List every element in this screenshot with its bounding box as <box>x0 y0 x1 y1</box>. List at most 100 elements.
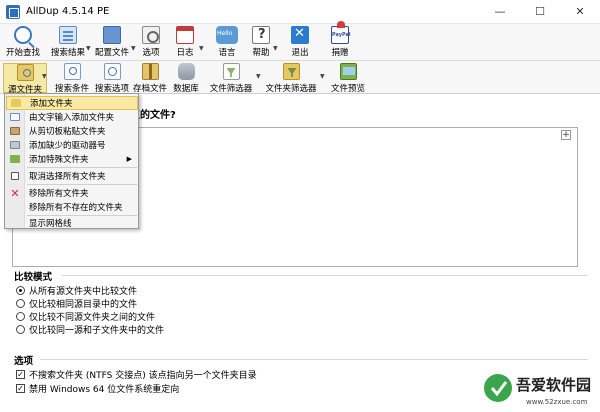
chevron-down-icon[interactable]: ▼ <box>320 73 325 80</box>
close-button[interactable]: ✕ <box>560 0 600 24</box>
file-preview-button[interactable]: 文件预览 <box>330 63 366 94</box>
menu-separator <box>27 184 137 185</box>
folder-filter-icon <box>282 63 300 80</box>
chevron-down-icon[interactable]: ▼ <box>273 45 278 52</box>
archive-files-button[interactable]: 存档文件 <box>132 63 168 94</box>
database-label: 数据库 <box>173 84 199 94</box>
source-folder-menu: 添加文件夹 由文字输入添加文件夹 从剪切板粘贴文件夹 添加缺少的驱动器号 添加特… <box>4 93 139 229</box>
source-folder-button[interactable]: 源文件夹 <box>3 63 47 95</box>
menu-item-label: 添加特殊文件夹 <box>29 155 89 165</box>
search-icon <box>14 26 32 44</box>
source-folder-icon <box>16 64 34 81</box>
compare-mode-option[interactable]: 仅比较相同源目录中的文件 <box>16 297 137 310</box>
language-icon <box>216 26 238 44</box>
menu-item-label: 添加文件夹 <box>30 99 73 109</box>
secondary-toolbar: 源文件夹 ▼ 搜索条件 搜索选项 存档文件 数据库 文件筛选器 ▼ 文件夹筛选器… <box>0 61 600 95</box>
menu-item-label: 由文字输入添加文件夹 <box>29 113 115 123</box>
watermark-url: www.52zxue.com <box>526 398 588 406</box>
paypal-heart-icon <box>331 21 351 44</box>
options-checkbox-row[interactable]: ✓ 禁用 Windows 64 位文件系统重定向 <box>16 382 180 395</box>
compare-mode-title: 比较模式 <box>14 272 53 283</box>
menu-item-deselect-all[interactable]: 取消选择所有文件夹 <box>6 169 138 183</box>
menu-item-add-missing-drives[interactable]: 添加缺少的驱动器号 <box>6 138 138 152</box>
archive-icon <box>141 63 159 80</box>
database-button[interactable]: 数据库 <box>171 63 201 94</box>
config-file-button[interactable]: 配置文件 <box>92 26 132 59</box>
compare-mode-option-label: 从所有源文件夹中比较文件 <box>29 286 138 297</box>
search-results-label: 搜索结果 <box>50 48 85 58</box>
blank-icon <box>6 216 24 230</box>
chevron-down-icon[interactable]: ▼ <box>256 73 261 80</box>
compare-mode-option-label: 仅比较同一源和子文件夹中的文件 <box>29 325 165 336</box>
search-options-button[interactable]: 搜索选项 <box>92 63 132 94</box>
chevron-down-icon[interactable]: ▼ <box>199 45 204 52</box>
log-button[interactable]: 日志 <box>172 26 198 59</box>
window-title: AllDup 4.5.14 PE <box>26 6 110 17</box>
search-conditions-icon <box>63 63 81 80</box>
start-search-button[interactable]: 开始查找 <box>3 26 43 59</box>
menu-item-add-special-folder[interactable]: 添加特殊文件夹 ▶ <box>6 152 138 166</box>
title-bar: AllDup 4.5.14 PE — ☐ ✕ <box>0 0 600 24</box>
compare-mode-option-label: 仅比较不同源文件夹之间的文件 <box>29 312 156 323</box>
results-icon <box>59 26 77 44</box>
app-icon <box>6 5 20 19</box>
special-folder-icon <box>6 152 24 166</box>
options-checkbox-row[interactable]: ✓ 不搜索文件夹 (NTFS 交接点) 该点指向另一个文件夹目录 <box>16 368 257 381</box>
search-results-button[interactable]: 搜索结果 <box>48 26 88 59</box>
menu-item-show-gridlines[interactable]: 显示网格线 <box>6 216 138 230</box>
exit-button[interactable]: 退出 <box>287 26 313 59</box>
checkbox-checked-icon[interactable]: ✓ <box>16 383 25 393</box>
menu-item-paste-folder[interactable]: 从剪切板粘贴文件夹 <box>6 124 138 138</box>
log-label: 日志 <box>176 48 194 58</box>
file-filter-button[interactable]: 文件筛选器 <box>208 63 254 94</box>
file-preview-icon <box>339 63 357 80</box>
checkbox-checked-icon[interactable]: ✓ <box>16 369 25 379</box>
options-icon <box>142 26 160 44</box>
chevron-down-icon[interactable]: ▼ <box>86 45 91 52</box>
radio-button[interactable] <box>16 285 25 295</box>
option-label: 不搜索文件夹 (NTFS 交接点) 该点指向另一个文件夹目录 <box>29 370 257 381</box>
file-filter-label: 文件筛选器 <box>209 84 253 94</box>
file-preview-label: 文件预览 <box>330 84 365 94</box>
config-file-label: 配置文件 <box>94 48 129 58</box>
help-icon <box>252 26 270 44</box>
options-button[interactable]: 选项 <box>138 26 164 59</box>
search-conditions-button[interactable]: 搜索条件 <box>52 63 92 94</box>
minimize-button[interactable]: — <box>480 0 520 24</box>
divider <box>62 275 588 276</box>
donate-button[interactable]: 捐赠 <box>326 21 354 59</box>
chevron-down-icon[interactable]: ▼ <box>42 73 47 80</box>
menu-item-label: 移除所有文件夹 <box>29 189 89 199</box>
options-label: 选项 <box>142 48 160 58</box>
watermark-badge <box>484 374 512 402</box>
search-options-icon <box>103 63 121 80</box>
remove-x-icon: ✕ <box>10 186 20 200</box>
menu-item-label: 添加缺少的驱动器号 <box>29 141 106 151</box>
watermark-logo: 吾爱软件园 www.52zxue.com <box>484 374 591 406</box>
chevron-down-icon[interactable]: ▼ <box>131 45 136 52</box>
language-button[interactable]: 语言 <box>213 26 241 59</box>
menu-item-add-by-text[interactable]: 由文字输入添加文件夹 <box>6 110 138 124</box>
watermark-brand: 吾爱软件园 <box>516 376 591 394</box>
radio-button[interactable] <box>16 298 25 308</box>
blank-icon <box>6 200 24 214</box>
menu-item-label: 从剪切板粘贴文件夹 <box>29 127 106 137</box>
menu-item-add-folder[interactable]: 添加文件夹 <box>6 96 138 110</box>
menu-item-label: 移除所有不存在的文件夹 <box>29 203 123 213</box>
maximize-button[interactable]: ☐ <box>520 0 560 24</box>
help-button[interactable]: 帮助 <box>248 26 274 59</box>
radio-button[interactable] <box>16 324 25 334</box>
compare-mode-option[interactable]: 仅比较同一源和子文件夹中的文件 <box>16 323 165 336</box>
config-file-icon <box>103 26 121 44</box>
folder-filter-button[interactable]: 文件夹筛选器 <box>263 63 319 94</box>
menu-item-remove-missing[interactable]: 移除所有不存在的文件夹 <box>6 200 138 214</box>
compare-mode-option[interactable]: 仅比较不同源文件夹之间的文件 <box>16 310 156 323</box>
database-icon <box>177 63 195 80</box>
file-filter-icon <box>222 63 240 80</box>
radio-button[interactable] <box>16 311 25 321</box>
option-label: 禁用 Windows 64 位文件系统重定向 <box>29 384 180 395</box>
compare-mode-option[interactable]: 从所有源文件夹中比较文件 <box>16 284 138 297</box>
expand-plus-icon[interactable]: + <box>561 130 571 140</box>
menu-item-remove-all[interactable]: ✕ 移除所有文件夹 <box>6 186 138 200</box>
text-input-icon <box>6 110 24 124</box>
